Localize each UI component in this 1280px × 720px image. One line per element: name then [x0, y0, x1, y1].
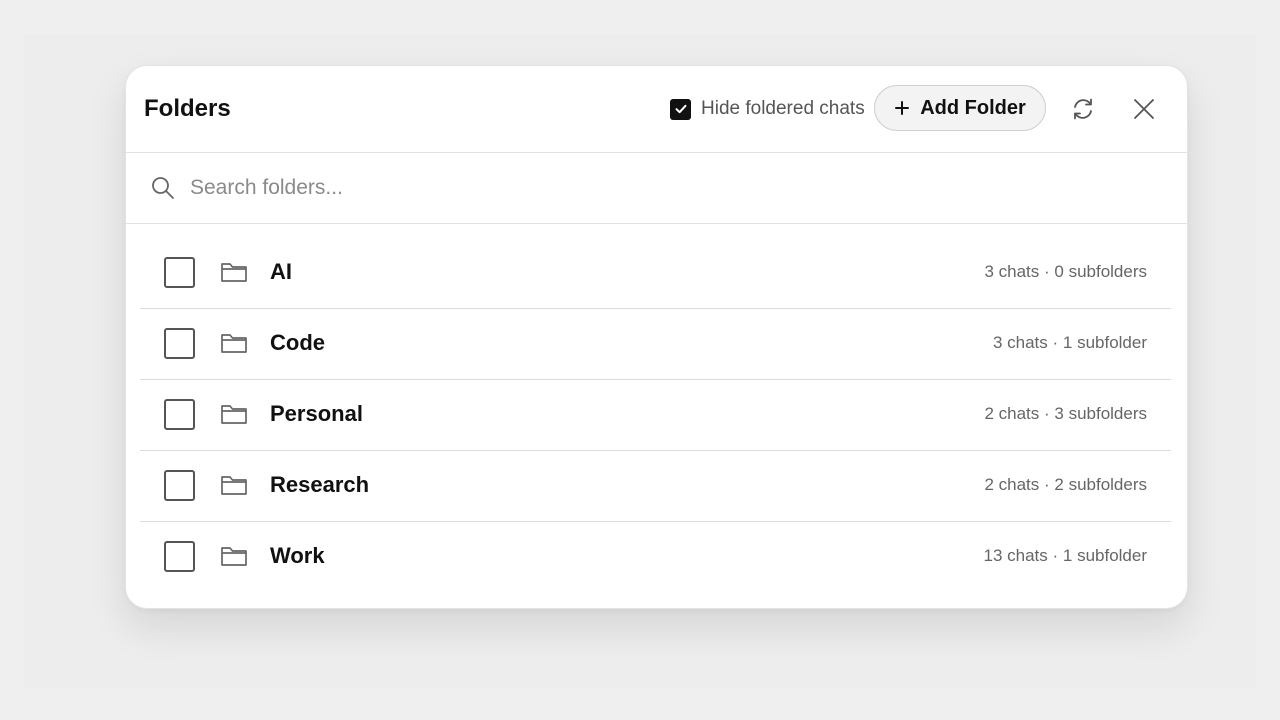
search-icon — [152, 177, 174, 199]
checkmark-icon — [675, 104, 686, 114]
folder-meta: 13 chats · 1 subfolder — [983, 546, 1147, 565]
folder-icon — [221, 263, 247, 282]
dialog-title: Folders — [144, 95, 231, 122]
hide-foldered-label: Hide foldered chats — [701, 98, 865, 119]
folder-icon — [221, 334, 247, 353]
plus-icon — [895, 101, 910, 115]
search-bar — [126, 153, 1187, 224]
folder-icon — [221, 405, 247, 424]
close-button[interactable] — [1128, 93, 1160, 125]
folder-checkbox[interactable] — [164, 470, 195, 501]
folder-name: AI — [270, 259, 292, 284]
add-folder-label: Add Folder — [920, 96, 1026, 119]
folder-icon — [221, 476, 247, 495]
folder-name: Code — [270, 330, 325, 355]
folder-checkbox[interactable] — [164, 257, 195, 288]
folder-row-ai[interactable]: AI 3 chats · 0 subfolders — [140, 238, 1171, 309]
close-icon — [1134, 99, 1154, 119]
folder-meta: 3 chats · 1 subfolder — [992, 333, 1147, 352]
folder-name: Research — [270, 472, 370, 497]
folder-row-research[interactable]: Research 2 chats · 2 subfolders — [140, 451, 1171, 522]
folder-name: Work — [270, 543, 325, 568]
refresh-icon — [1074, 98, 1092, 120]
folder-checkbox[interactable] — [164, 399, 195, 430]
refresh-button[interactable] — [1067, 93, 1099, 125]
folder-row-personal[interactable]: Personal 2 chats · 3 subfolders — [140, 380, 1171, 451]
folder-icon — [221, 547, 247, 566]
hide-foldered-checkbox[interactable] — [670, 98, 691, 120]
folder-row-work[interactable]: Work 13 chats · 1 subfolder — [140, 522, 1171, 592]
folder-checkbox[interactable] — [164, 541, 195, 572]
search-input[interactable] — [190, 171, 1150, 205]
folder-meta: 3 chats · 0 subfolders — [984, 262, 1147, 281]
add-folder-button[interactable]: Add Folder — [874, 85, 1046, 131]
hide-foldered-chats-toggle[interactable]: Hide foldered chats — [670, 96, 865, 122]
folder-row-code[interactable]: Code 3 chats · 1 subfolder — [140, 309, 1171, 380]
folder-meta: 2 chats · 3 subfolders — [984, 404, 1147, 423]
dialog-header: Folders Hide foldered chats Add Folder — [126, 66, 1187, 153]
folder-name: Personal — [270, 401, 363, 426]
folder-checkbox[interactable] — [164, 328, 195, 359]
folder-meta: 2 chats · 2 subfolders — [984, 475, 1147, 494]
folder-list: AI 3 chats · 0 subfolders Code 3 chats ·… — [140, 238, 1171, 592]
